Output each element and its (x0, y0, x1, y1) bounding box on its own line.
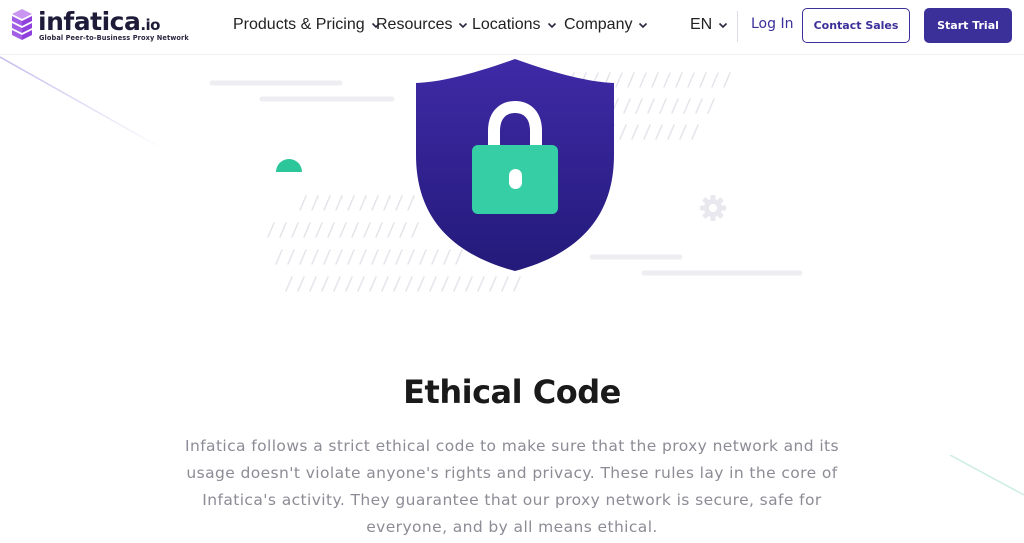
nav-locations[interactable]: Locations (472, 16, 557, 34)
half-circle-accent (276, 159, 302, 172)
nav-company[interactable]: Company (564, 16, 648, 34)
logo[interactable]: infatica.io Global Peer-to-Business Prox… (10, 7, 189, 47)
start-trial-button[interactable]: Start Trial (924, 8, 1012, 43)
login-link[interactable]: Log In (751, 16, 793, 32)
hero-illustration (0, 56, 803, 292)
nav-resources[interactable]: Resources (376, 16, 468, 34)
contact-sales-button[interactable]: Contact Sales (802, 8, 910, 43)
nav-label: Resources (376, 16, 453, 33)
logo-icon (12, 9, 32, 40)
nav-products-pricing[interactable]: Products & Pricing (233, 16, 381, 34)
language-label: EN (690, 16, 713, 33)
accent-line (0, 56, 166, 151)
nav-label: Locations (472, 16, 541, 33)
logo-tagline: Global Peer-to-Business Proxy Network (39, 34, 189, 42)
site-header: infatica.io Global Peer-to-Business Prox… (0, 0, 1024, 55)
nav-label: Products & Pricing (233, 16, 365, 33)
chevron-down-icon (719, 22, 728, 29)
accent-line-lower (950, 455, 1024, 496)
chevron-down-icon (459, 22, 468, 29)
chevron-down-icon (639, 22, 648, 29)
language-selector[interactable]: EN (690, 16, 728, 34)
section-title: Ethical Code (403, 373, 621, 411)
header-divider (737, 11, 738, 42)
gear-icon (700, 195, 726, 221)
section-body: Infatica follows a strict ethical code t… (185, 437, 839, 536)
nav-label: Company (564, 16, 633, 33)
chevron-down-icon (547, 22, 556, 29)
logo-suffix: .io (140, 16, 160, 34)
logo-text: infatica.io (38, 7, 160, 36)
